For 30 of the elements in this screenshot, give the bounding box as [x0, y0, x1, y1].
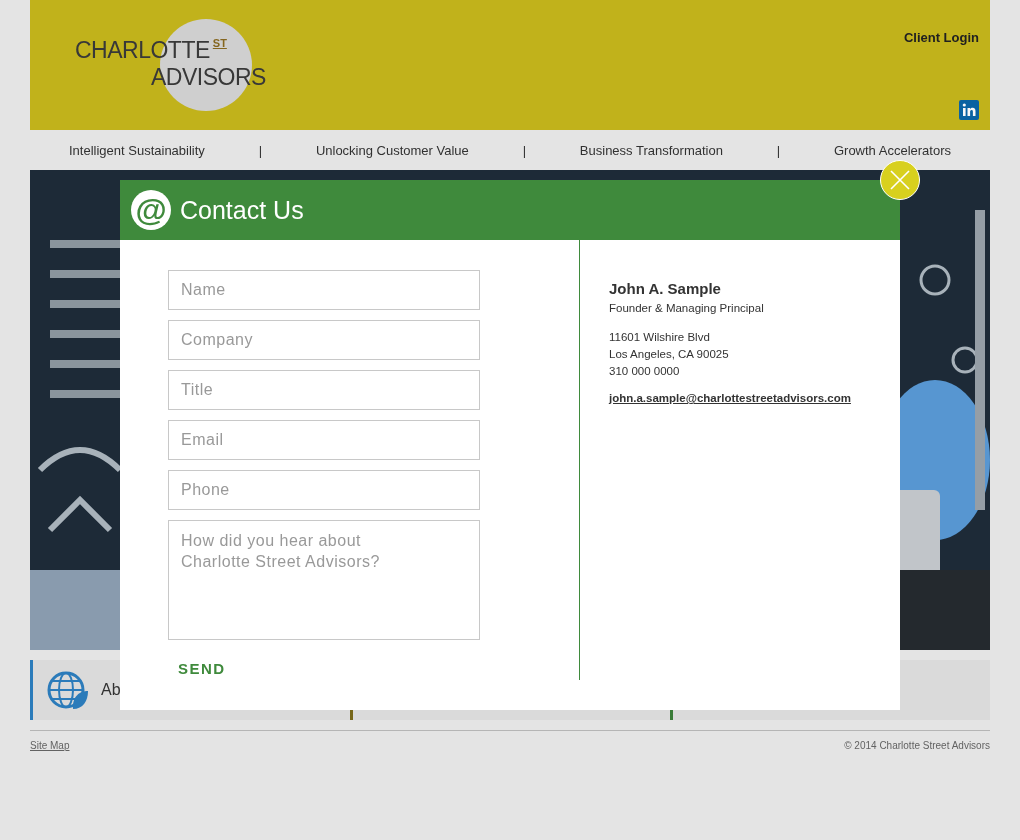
input-field[interactable]: Title [168, 370, 480, 410]
card-title: Ab [101, 681, 121, 699]
nav-separator: | [776, 142, 781, 158]
client-login-link[interactable]: Client Login [903, 30, 979, 45]
send-button[interactable]: SEND [178, 660, 226, 677]
address-line: 310 000 0000 [609, 364, 681, 379]
at-sign-icon: @ [131, 190, 171, 230]
site-map-link[interactable]: Site Map [30, 740, 70, 751]
nav-link[interactable]: Unlocking Customer Value [315, 142, 469, 158]
address-line: Los Angeles, CA 90025 [609, 347, 730, 362]
email-link[interactable]: john.a.sample@charlottestreetadvisors.com [609, 392, 851, 404]
input-field[interactable]: Email [168, 420, 480, 460]
copyright-text: © 2014 Charlotte Street Advisors [844, 740, 990, 751]
nav-separator: | [258, 142, 263, 158]
nav-separator: | [522, 142, 527, 158]
nav-link[interactable]: Growth Accelerators [833, 142, 951, 158]
message-field[interactable]: How did you hear about Charlotte Street Advisors? [168, 520, 480, 640]
input-field[interactable]: Name [168, 270, 480, 310]
contact-role: Founder & Managing Principal [609, 302, 765, 314]
globe-icon [47, 669, 89, 711]
nav-link[interactable]: Intelligent Sustainability [69, 142, 205, 158]
close-icon [889, 169, 911, 191]
close-button[interactable] [880, 160, 920, 200]
input-field[interactable]: Company [168, 320, 480, 360]
contact-name: John A. Sample [609, 280, 722, 297]
input-field[interactable]: Phone [168, 470, 480, 510]
address-line: 11601 Wilshire Blvd [609, 330, 711, 345]
dialog-title: Contact Us [180, 195, 304, 225]
nav-link[interactable]: Business Transformation [579, 142, 723, 158]
linkedin-icon[interactable] [959, 100, 979, 120]
